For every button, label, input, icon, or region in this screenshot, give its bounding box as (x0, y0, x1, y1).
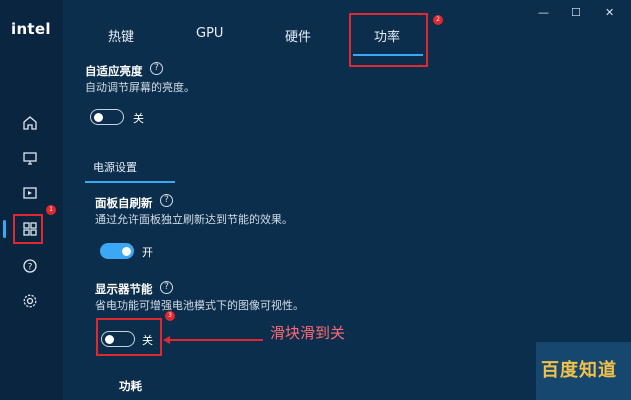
tab-hotkeys[interactable]: 热键 (108, 26, 134, 45)
toggle-knob (94, 112, 103, 122)
annotation-badge-1: 1 (46, 205, 56, 215)
svg-text:?: ? (28, 263, 33, 273)
annotation-badge-3: 3 (165, 311, 175, 321)
sidebar: intel ? 1 (0, 0, 63, 400)
watermark-text: 百度知道 (541, 360, 617, 381)
media-icon[interactable] (20, 183, 40, 203)
display-power-saving-description: 省电功能可增强电池模式下的图像可视性。 (95, 299, 304, 312)
annotation-box-2 (349, 13, 428, 67)
tab-hardware[interactable]: 硬件 (285, 26, 311, 45)
panel-self-refresh-toggle-label: 开 (142, 246, 153, 259)
adaptive-brightness-help-icon[interactable]: ? (150, 62, 163, 75)
active-nav-indicator (3, 220, 6, 238)
power-settings-underline (85, 181, 175, 183)
panel-self-refresh-description: 通过允许面板独立刷新达到节能的效果。 (95, 213, 293, 226)
annotation-arrow (167, 339, 263, 341)
annotation-arrow-head (163, 336, 170, 344)
toggle-knob (122, 246, 131, 256)
home-icon[interactable] (20, 113, 40, 133)
display-icon[interactable] (20, 148, 40, 168)
adaptive-brightness-toggle[interactable] (90, 109, 124, 125)
power-consumption-title: 功耗 (119, 379, 142, 393)
adaptive-brightness-description: 自动调节屏幕的亮度。 (85, 81, 195, 94)
annotation-slider-note: 滑块滑到关 (270, 324, 346, 342)
main-panel: — ☐ ✕ 热键 GPU 硬件 功率 2 自适应亮度 ? 自动调节屏幕的亮度。 … (63, 0, 631, 400)
panel-self-refresh-title: 面板自刷新 (95, 196, 153, 210)
display-power-saving-title: 显示器节能 (95, 282, 153, 296)
watermark: 百度知道 (536, 342, 631, 400)
power-settings-tab[interactable]: 电源设置 (93, 159, 137, 175)
annotation-badge-2: 2 (433, 15, 443, 25)
display-power-saving-help-icon[interactable]: ? (160, 281, 173, 294)
panel-self-refresh-help-icon[interactable]: ? (160, 194, 173, 207)
settings-icon[interactable] (20, 291, 40, 311)
adaptive-brightness-title: 自适应亮度 (85, 64, 143, 78)
tab-gpu[interactable]: GPU (196, 26, 223, 41)
panel-self-refresh-toggle[interactable] (100, 243, 134, 259)
adaptive-brightness-toggle-label: 关 (133, 112, 144, 125)
help-icon[interactable]: ? (20, 256, 40, 276)
annotation-box-1 (13, 214, 43, 244)
tab-bar: 热键 GPU 硬件 功率 (63, 0, 631, 56)
annotation-box-3 (96, 318, 162, 356)
intel-logo: intel (11, 20, 51, 38)
